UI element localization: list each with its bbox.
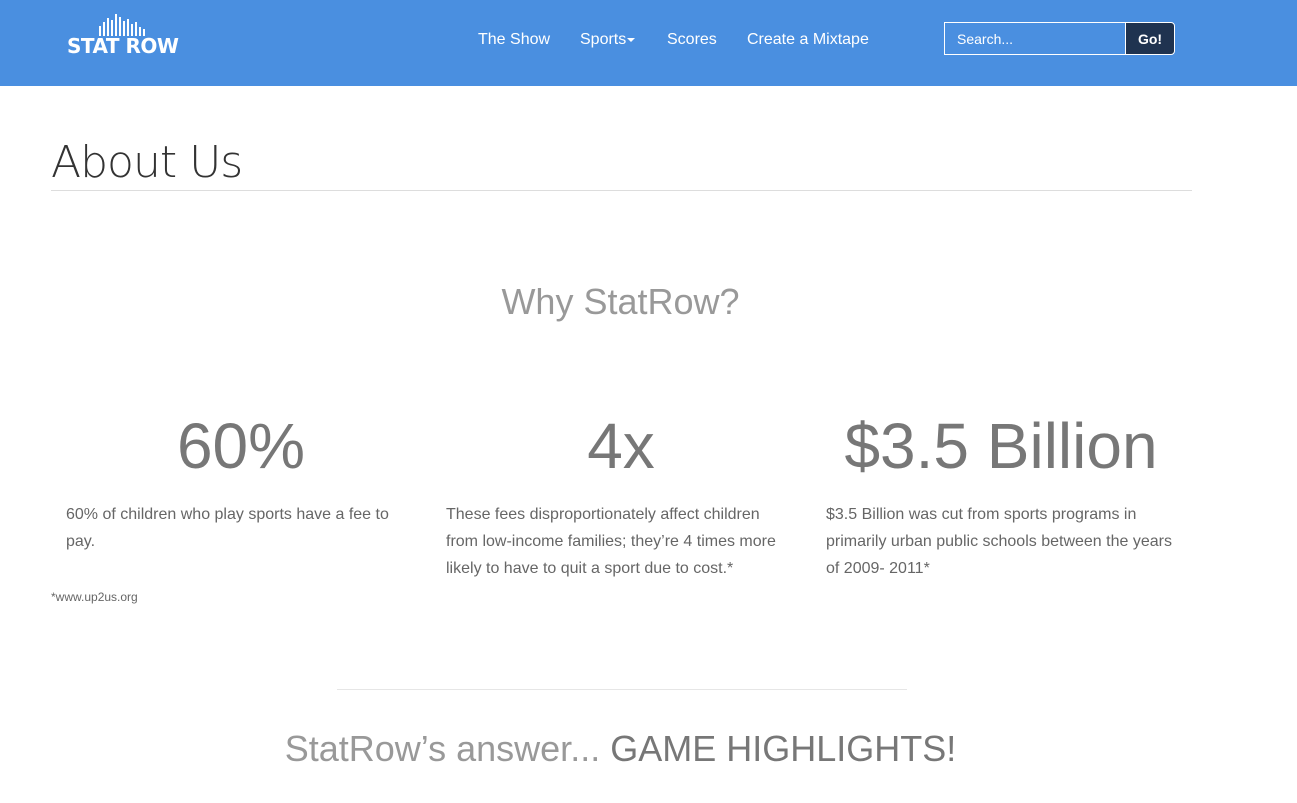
nav-link-sports[interactable]: Sports: [580, 30, 636, 50]
nav-link-sports-label: Sports: [580, 31, 627, 48]
search-go-button[interactable]: Go!: [1125, 22, 1175, 55]
caret-down-icon: [627, 37, 636, 42]
stat-value-3-5-billion: $3.5 Billion: [844, 410, 1158, 482]
nav-link-the-show[interactable]: The Show: [478, 30, 550, 50]
search-input[interactable]: [944, 22, 1126, 55]
answer-emphasis: GAME HIGHLIGHTS!: [610, 728, 957, 769]
equalizer-bars-icon: [99, 14, 145, 36]
page-title: About Us: [51, 137, 243, 188]
title-divider: [51, 190, 1192, 191]
nav-link-scores[interactable]: Scores: [667, 30, 717, 50]
stat-value-60-percent: 60%: [176, 410, 306, 482]
answer-lead: StatRow’s answer...: [284, 728, 601, 769]
why-statrow-heading: Why StatRow?: [501, 281, 740, 322]
nav-link-create-mixtape[interactable]: Create a Mixtape: [747, 30, 869, 50]
stat-description-60-percent: 60% of children who play sports have a f…: [66, 506, 389, 550]
stat-description-4x: These fees disproportionately affect chi…: [446, 506, 776, 577]
section-divider: [337, 689, 907, 690]
source-note: *www.up2us.org: [51, 590, 138, 604]
logo-text: STAT ROW: [67, 34, 179, 58]
navbar: STAT ROW The Show Sports Scores Create a…: [0, 0, 1297, 86]
answer-heading: StatRow’s answer... GAME HIGHLIGHTS!: [0, 727, 1241, 771]
stat-value-4x: 4x: [587, 410, 655, 482]
stat-description-3-5-billion: $3.5 Billion was cut from sports program…: [826, 506, 1172, 577]
statrow-logo[interactable]: STAT ROW: [67, 14, 179, 58]
